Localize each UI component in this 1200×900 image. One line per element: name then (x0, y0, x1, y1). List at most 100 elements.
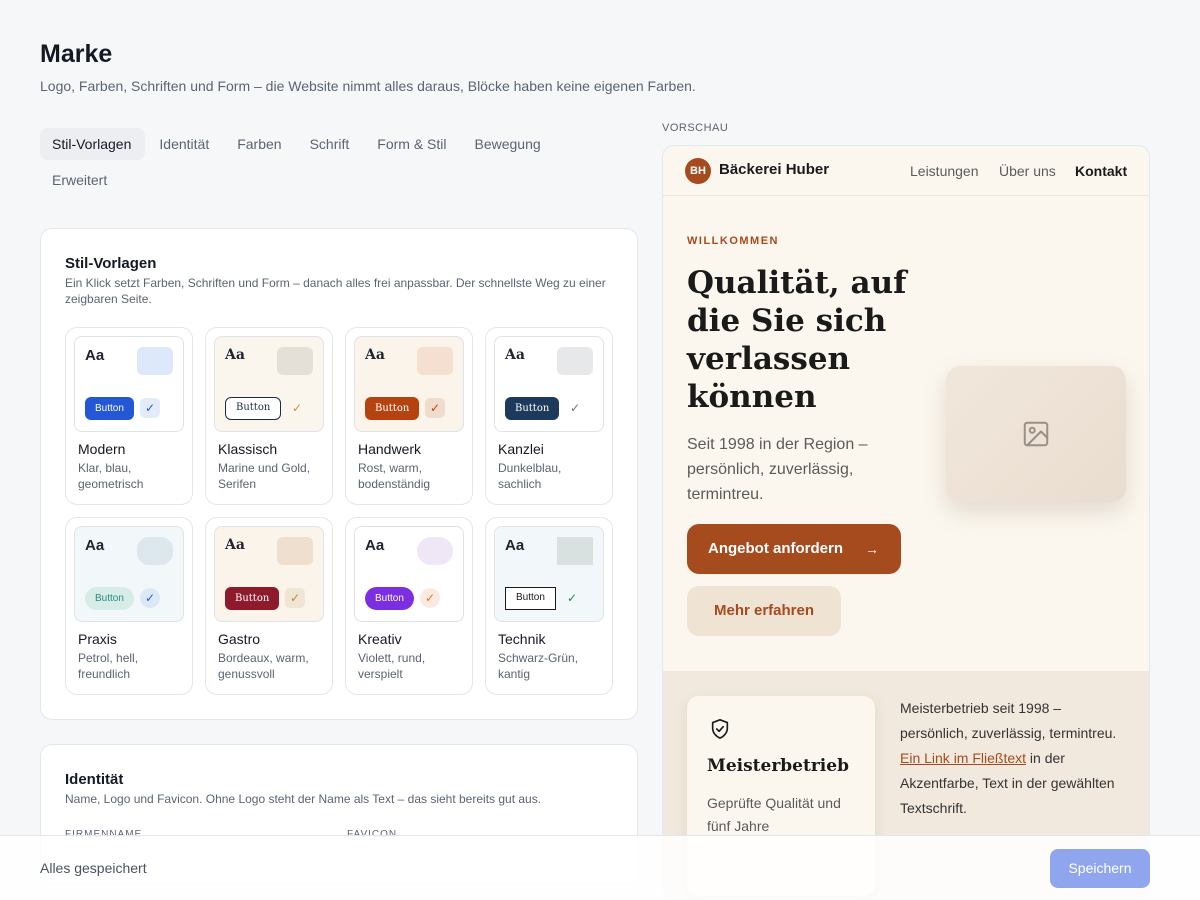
preset-typeface-sample: Aa (505, 537, 525, 554)
preset-description: Schwarz-Grün, kantig (498, 651, 579, 681)
check-icon: ✓ (420, 588, 440, 608)
preview-nav-kontakt[interactable]: Kontakt (1075, 163, 1127, 179)
check-icon: ✓ (291, 401, 303, 415)
image-icon (1023, 421, 1049, 447)
preview-image-placeholder (946, 366, 1126, 502)
preset-button-sample: Button (225, 397, 282, 420)
preset-button-sample: Button (365, 587, 414, 610)
tab-erweitert[interactable]: Erweitert (40, 164, 121, 196)
preview-cta-primary-label: Angebot anfordern (708, 540, 843, 557)
preview-body-text: Meisterbetrieb seit 1998 – persönlich, z… (900, 696, 1125, 821)
preset-button-sample: Button (505, 587, 556, 610)
preset-swatch: Aa Button ✓ (354, 526, 464, 622)
tab-schrift[interactable]: Schrift (298, 128, 364, 160)
preset-color-block (137, 347, 173, 375)
preset-swatch: Aa Button ✓ (354, 336, 464, 432)
preset-description: Klar, blau, geometrisch (78, 461, 144, 491)
preview-nav-leistungen[interactable]: Leistungen (910, 163, 979, 179)
preset-button-sample: Button (505, 397, 560, 420)
identity-card-title: Identität (65, 771, 124, 788)
preset-color-block (137, 537, 173, 565)
presets-card: Stil-Vorlagen Ein Klick setzt Farben, Sc… (40, 228, 638, 720)
preset-description: Bordeaux, warm, genussvoll (218, 651, 309, 681)
preset-button-sample: Button (85, 587, 134, 610)
preset-color-block (417, 347, 453, 375)
preset-color-block (557, 347, 593, 375)
preset-kreativ[interactable]: Aa Button ✓ Kreativ Violett, rund, verspielt (345, 517, 473, 695)
save-button[interactable]: Speichern (1050, 849, 1150, 888)
preview-feature-text: Geprüfte Qualität und fünf Jahre (707, 795, 841, 834)
check-icon: ✓ (140, 398, 160, 418)
preview-body-link[interactable]: Ein Link im Fließtext (900, 750, 1026, 766)
preset-description: Rost, warm, bodenständig (358, 461, 431, 491)
preset-typeface-sample: Aa (365, 537, 385, 554)
tab-bewegung[interactable]: Bewegung (463, 128, 555, 160)
presets-card-description: Ein Klick setzt Farben, Schriften und Fo… (65, 276, 606, 306)
preset-swatch: Aa Button ✓ (74, 526, 184, 622)
preview-feature-title: Meisterbetrieb (707, 756, 849, 776)
preset-name: Kanzlei (498, 441, 544, 457)
preset-description: Dunkelblau, sachlich (498, 461, 562, 491)
preset-typeface-sample: Aa (225, 537, 245, 553)
preset-typeface-sample: Aa (85, 347, 105, 364)
preview-brand-name: Bäckerei Huber (719, 161, 830, 178)
preset-praxis[interactable]: Aa Button ✓ Praxis Petrol, hell, freundlich (65, 517, 193, 695)
preset-button-sample: Button (365, 397, 420, 420)
page-subtitle: Logo, Farben, Schriften und Form – die W… (40, 78, 696, 94)
settings-tabs: Stil-Vorlagen Identität Farben Schrift F… (40, 128, 600, 196)
preview-logo: BH (685, 158, 711, 184)
shield-check-icon (711, 719, 729, 739)
preset-gastro[interactable]: Aa Button ✓ Gastro Bordeaux, warm, genussvol… (205, 517, 333, 695)
preset-name: Kreativ (358, 631, 402, 647)
preset-swatch: Aa Button ✓ (214, 526, 324, 622)
preset-description: Marine und Gold, Serifen (218, 461, 311, 491)
preset-swatch: Aa Button ✓ (494, 526, 604, 622)
preset-name: Klassisch (218, 441, 278, 457)
preset-description: Petrol, hell, freundlich (78, 651, 139, 681)
preset-name: Handwerk (358, 441, 422, 457)
website-preview: BH Bäckerei Huber Leistungen Über uns Ko… (662, 145, 1150, 900)
preset-color-block (277, 347, 313, 375)
save-bar: Alles gespeichert Speichern (0, 835, 1200, 900)
preset-modern[interactable]: Aa Button ✓ Modern Klar, blau, geometrisch (65, 327, 193, 505)
check-icon: ✓ (425, 398, 445, 418)
preset-description: Violett, rund, verspielt (358, 651, 426, 681)
check-icon: ✓ (566, 591, 578, 605)
identity-card-description: Name, Logo und Favicon. Ohne Logo steht … (65, 792, 542, 806)
preset-color-block (277, 537, 313, 565)
preset-button-sample: Button (85, 397, 134, 420)
tab-identitaet[interactable]: Identität (147, 128, 223, 160)
preset-klassisch[interactable]: Aa Button ✓ Klassisch Marine und Gold, Serif… (205, 327, 333, 505)
preview-nav-ueber-uns[interactable]: Über uns (999, 163, 1056, 179)
preset-swatch: Aa Button ✓ (494, 336, 604, 432)
preview-headline: Qualität, auf die Sie sich verlassen kön… (687, 265, 907, 415)
tab-stil-vorlagen[interactable]: Stil-Vorlagen (40, 128, 146, 160)
tab-form-stil[interactable]: Form & Stil (365, 128, 460, 160)
preset-button-sample: Button (225, 587, 280, 610)
preset-kanzlei[interactable]: Aa Button ✓ Kanzlei Dunkelblau, sachlich (485, 327, 613, 505)
preset-technik[interactable]: Aa Button ✓ Technik Schwarz-Grün, kantig (485, 517, 613, 695)
preset-typeface-sample: Aa (365, 347, 385, 363)
preview-label: VORSCHAU (662, 122, 729, 134)
preview-body-before: Meisterbetrieb seit 1998 – persönlich, z… (900, 700, 1117, 741)
check-icon: ✓ (569, 401, 581, 415)
preset-swatch: Aa Button ✓ (214, 336, 324, 432)
tab-farben[interactable]: Farben (225, 128, 295, 160)
save-status: Alles gespeichert (40, 860, 147, 876)
preset-handwerk[interactable]: Aa Button ✓ Handwerk Rost, warm, bodenständi… (345, 327, 473, 505)
preview-header: BH Bäckerei Huber Leistungen Über uns Ko… (663, 146, 1149, 196)
preview-kicker: WILLKOMMEN (687, 235, 779, 247)
preview-lead: Seit 1998 in der Region – persönlich, zu… (687, 436, 868, 503)
check-icon: ✓ (140, 588, 160, 608)
preset-name: Technik (498, 631, 546, 647)
preset-typeface-sample: Aa (505, 347, 525, 363)
preview-cta-secondary[interactable]: Mehr erfahren (687, 586, 841, 636)
preview-cta-primary[interactable]: Angebot anfordern → (687, 524, 901, 574)
preset-typeface-sample: Aa (85, 537, 105, 554)
preset-name: Gastro (218, 631, 261, 647)
preset-name: Modern (78, 441, 126, 457)
preset-name: Praxis (78, 631, 117, 647)
check-icon: ✓ (285, 588, 305, 608)
preset-color-block (417, 537, 453, 565)
arrow-right-icon: → (865, 541, 879, 557)
